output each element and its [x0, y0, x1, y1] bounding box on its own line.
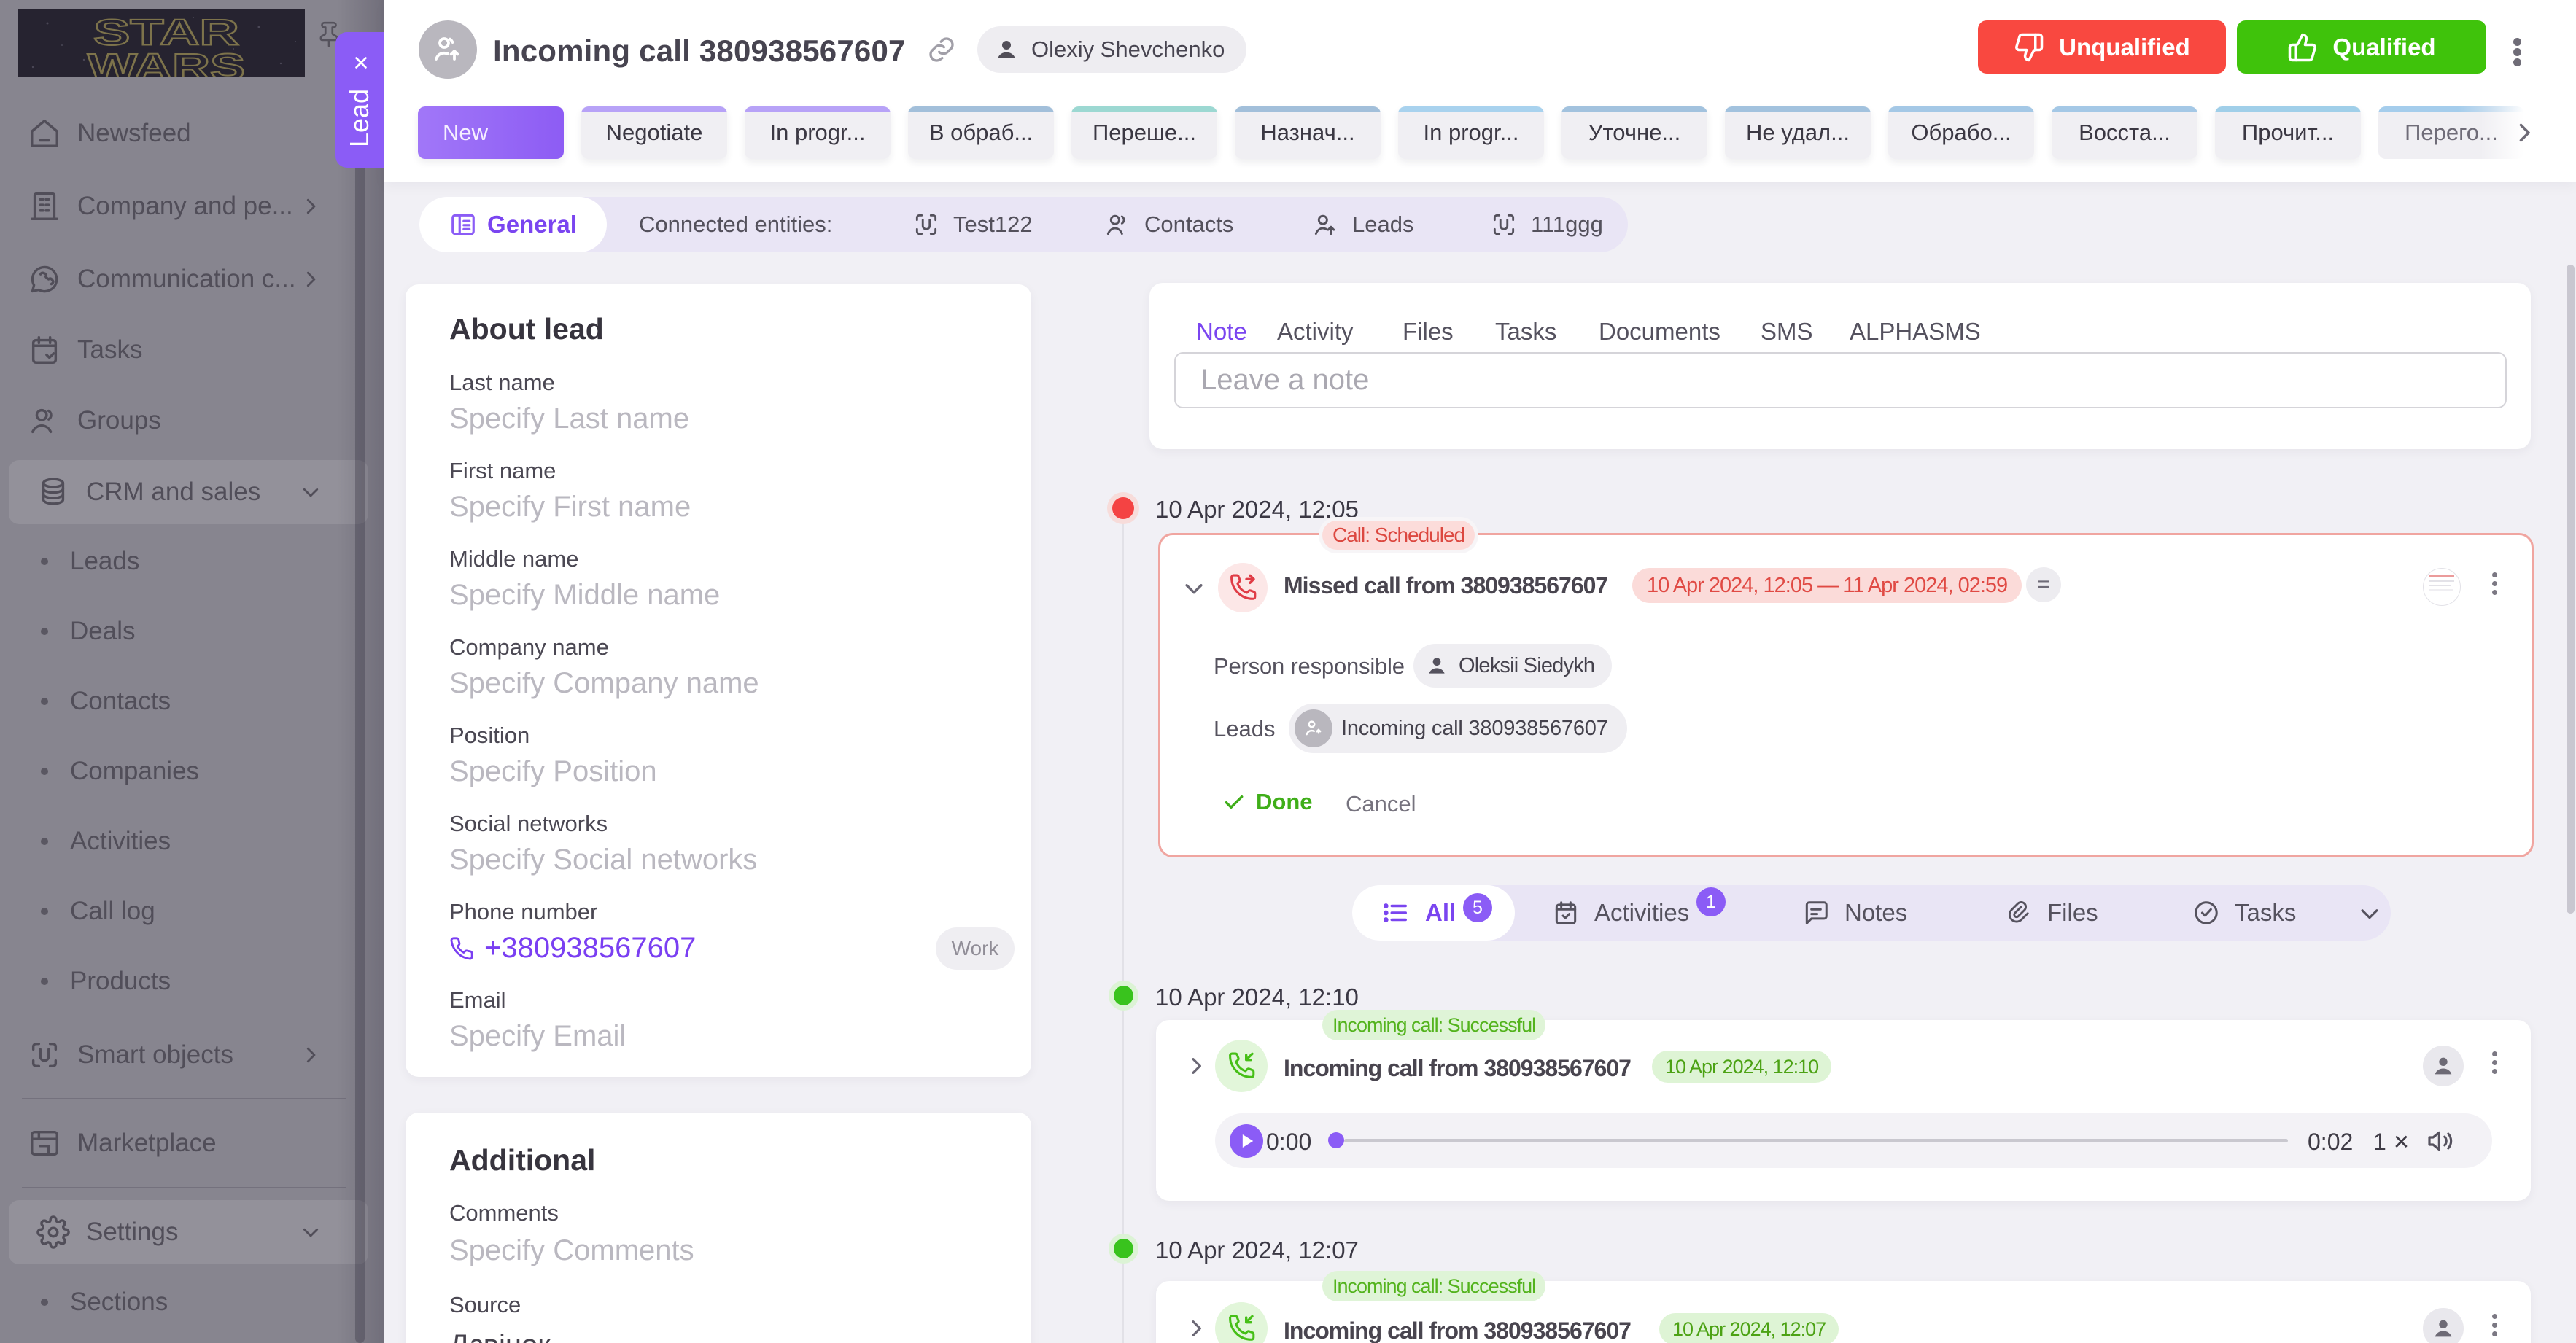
svg-text:WARS: WARS [88, 47, 245, 77]
